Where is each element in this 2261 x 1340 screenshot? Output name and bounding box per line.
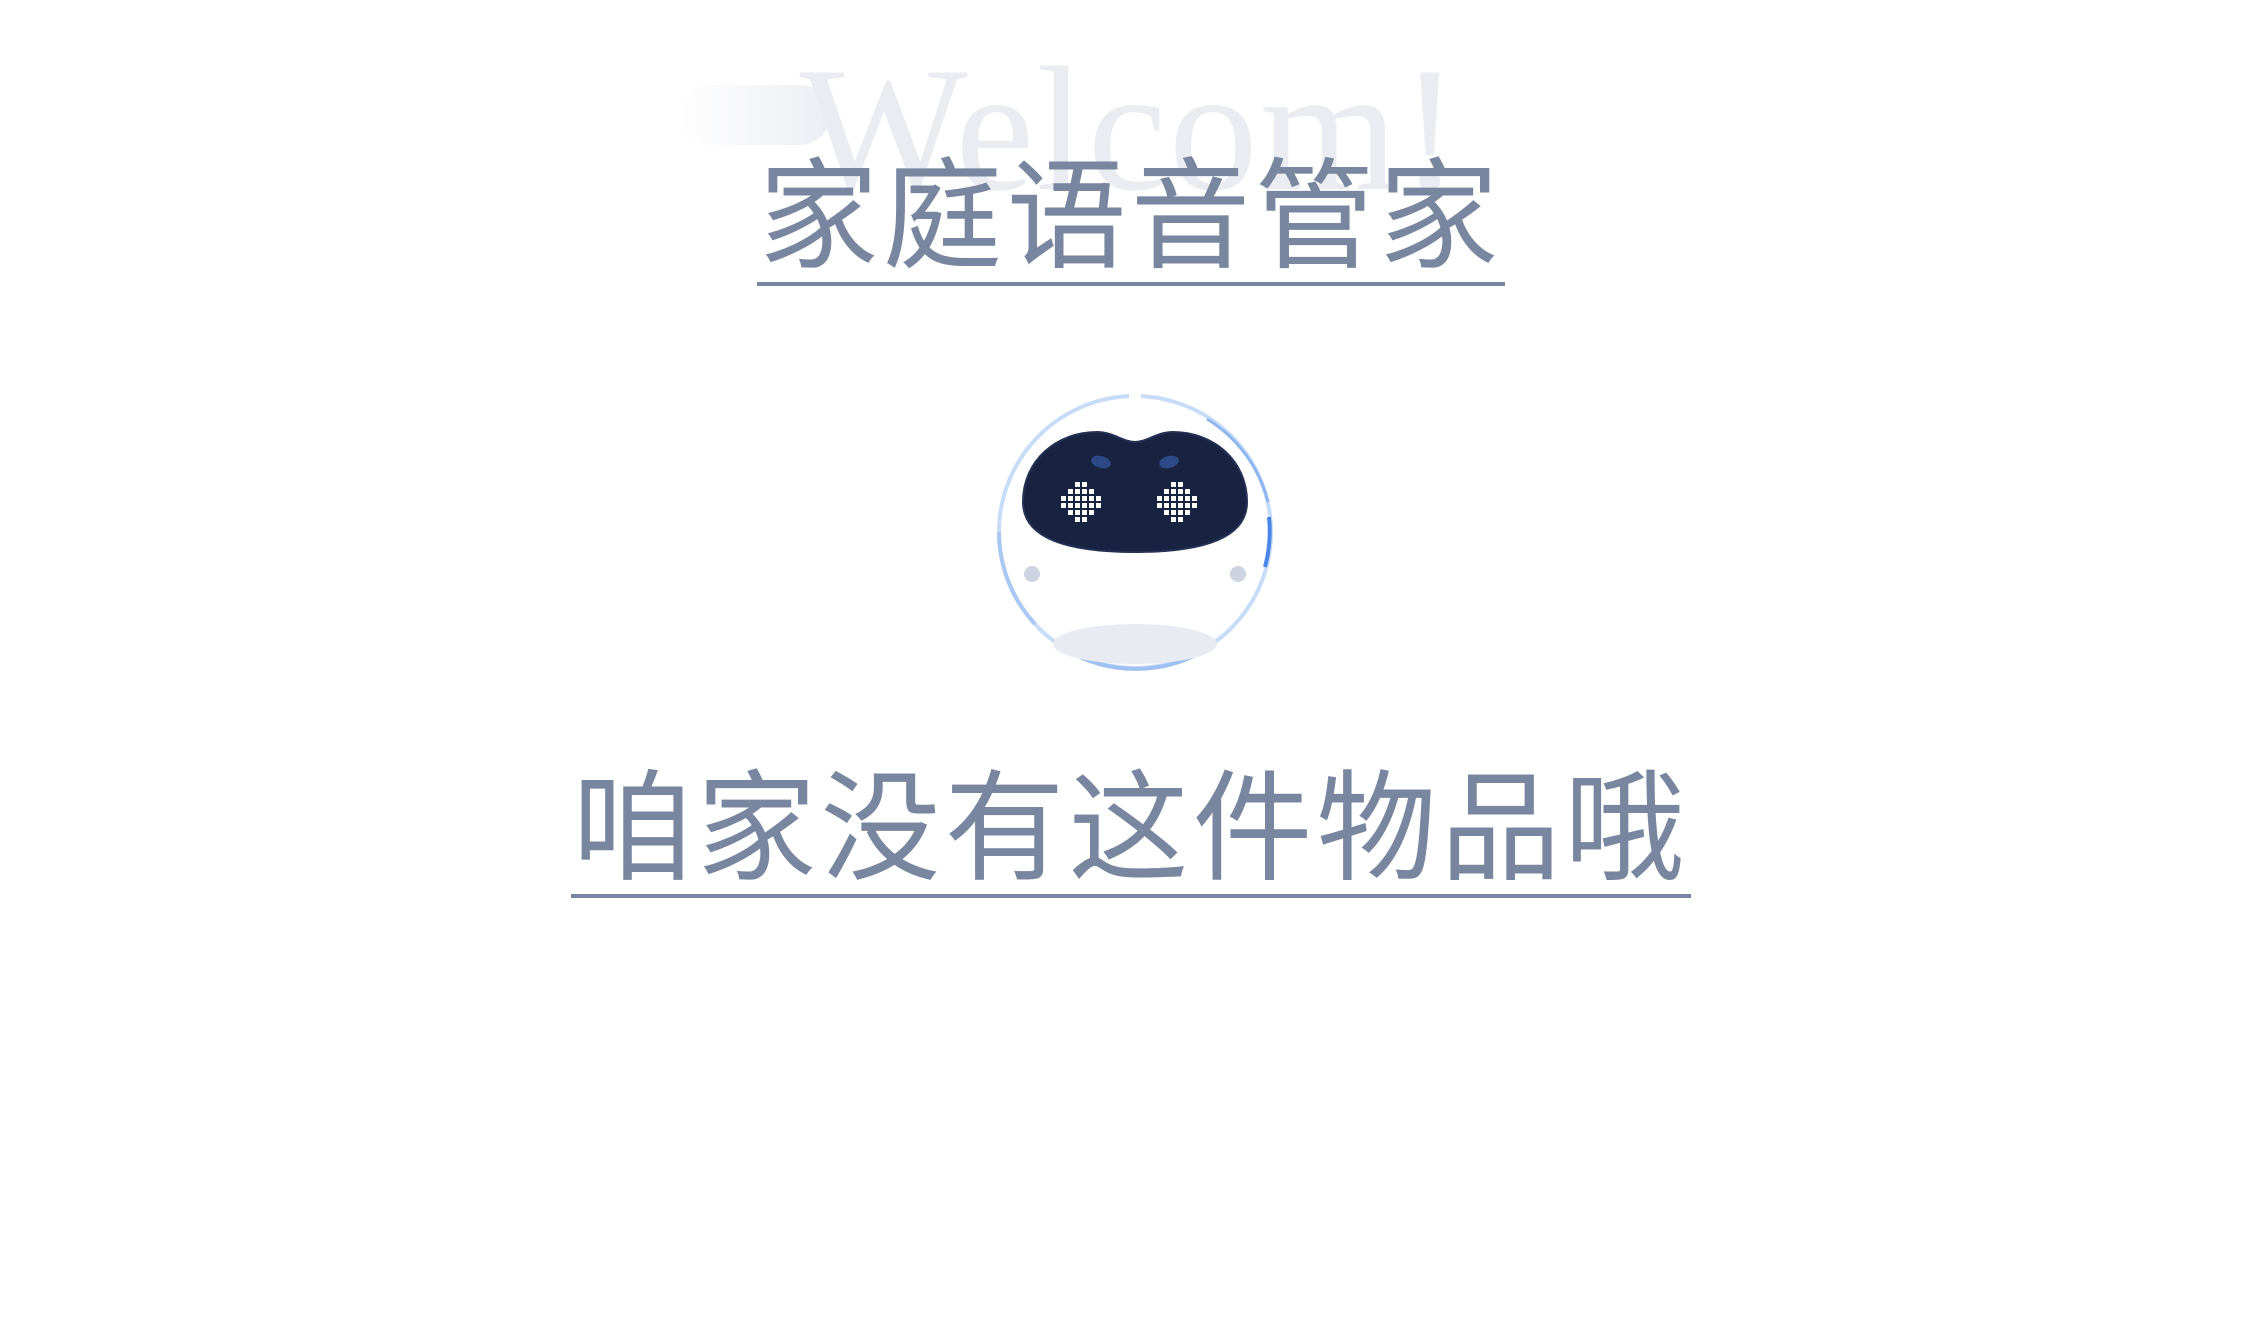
app-title: 家庭语音管家: [0, 158, 2261, 286]
app-title-text: 家庭语音管家: [756, 148, 1505, 287]
header: Welcom! 家庭语音管家: [0, 40, 2261, 300]
robot-face: [1021, 430, 1249, 554]
response-text: 咱家没有这件物品哦: [570, 760, 1691, 899]
robot-icon: [997, 392, 1273, 671]
assistant-response: 咱家没有这件物品哦: [0, 770, 2261, 898]
assistant-avatar[interactable]: [995, 392, 1275, 672]
